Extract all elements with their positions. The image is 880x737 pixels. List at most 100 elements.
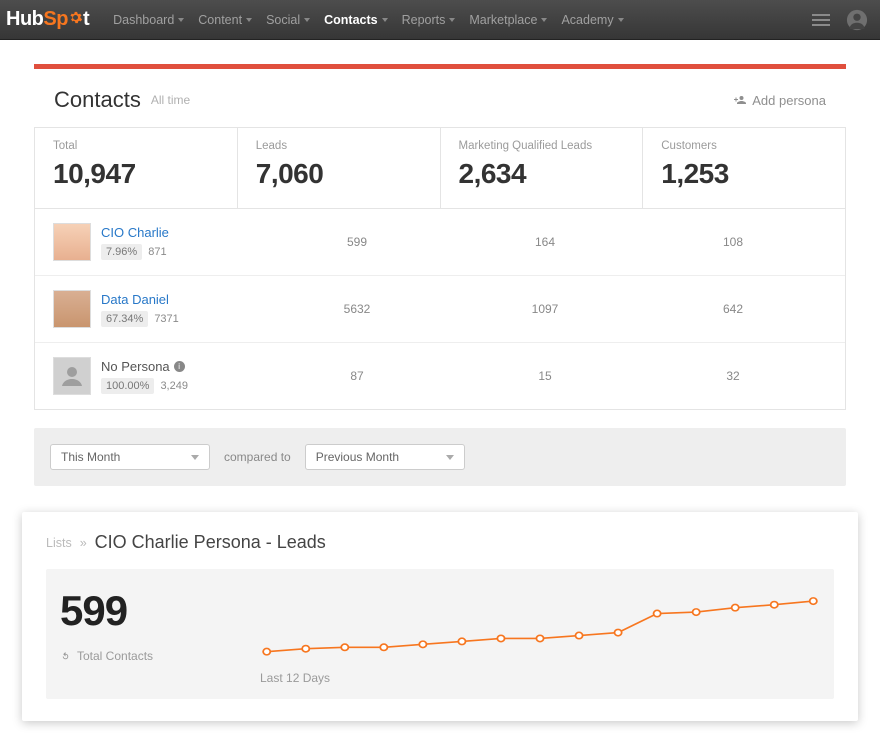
nav-item-marketplace[interactable]: Marketplace [463,13,553,27]
top-nav: HubSpt Dashboard Content Social Contacts Rep… [0,0,880,40]
chevron-down-icon [382,18,388,22]
breadcrumb-title: CIO Charlie Persona - Leads [95,532,326,553]
chart-point[interactable] [732,604,739,610]
persona-cell[interactable]: 164 [451,235,639,249]
metric-value: 1,253 [661,158,827,190]
nav-item-reports[interactable]: Reports [396,13,462,27]
table-row: Data Daniel67.34%737156321097642 [35,276,845,343]
logo-text-1: Hub [6,8,43,31]
add-persona-label: Add persona [752,93,826,108]
persona-name[interactable]: Data Daniel [101,292,179,307]
persona-cell[interactable]: 87 [263,369,451,383]
persona-pct: 100.00% [101,378,154,394]
persona-cell[interactable]: 599 [263,235,451,249]
detail-panel: Lists » CIO Charlie Persona - Leads 599 … [22,512,858,721]
chevron-down-icon [191,455,199,460]
chart-point[interactable] [654,610,661,616]
breadcrumb-sep: » [80,536,87,550]
metric-value: 10,947 [53,158,219,190]
chevron-down-icon [178,18,184,22]
avatar [53,357,91,395]
nav-item-label: Content [198,13,242,27]
nav-item-label: Academy [561,13,613,27]
line-chart [260,587,820,665]
profile-avatar-icon[interactable] [846,9,868,31]
chart-point[interactable] [810,598,817,604]
chevron-down-icon [449,18,455,22]
person-icon [60,364,84,388]
period-select[interactable]: This Month [50,444,210,470]
nav-item-content[interactable]: Content [192,13,258,27]
contacts-card: Contacts All time Add persona Total 10,94… [34,64,846,410]
add-persona-button[interactable]: Add persona [734,93,826,108]
chevron-down-icon [446,455,454,460]
baseline-select[interactable]: Previous Month [305,444,465,470]
logo-accent-1: Sp [43,8,68,31]
nav-items: Dashboard Content Social Contacts ReportsMar… [107,13,810,27]
metric-label: Leads [256,140,422,152]
metric-label: Customers [661,140,827,152]
metric-label: Marketing Qualified Leads [459,140,625,152]
nav-item-social[interactable]: Social [260,13,316,27]
sprocket-icon [68,8,83,31]
persona-sum: 3,249 [160,380,188,392]
add-person-icon [734,94,746,106]
chart-point[interactable] [419,641,426,647]
chart-total-value: 599 [60,587,260,635]
chart-point[interactable] [263,648,270,654]
persona-cell[interactable]: 1097 [451,302,639,316]
metric-value: 7,060 [256,158,422,190]
metric-1[interactable]: Leads 7,060 [238,128,441,208]
metric-2[interactable]: Marketing Qualified Leads 2,634 [441,128,644,208]
persona-sum: 7371 [154,313,178,325]
chart-point[interactable] [575,632,582,638]
chart-point[interactable] [380,644,387,650]
metric-label: Total [53,140,219,152]
persona-cell[interactable]: 15 [451,369,639,383]
persona-cell[interactable]: 108 [639,235,827,249]
nav-item-label: Dashboard [113,13,174,27]
nav-item-label: Social [266,13,300,27]
metric-3[interactable]: Customers 1,253 [643,128,845,208]
chevron-down-icon [541,18,547,22]
chevron-down-icon [304,18,310,22]
logo[interactable]: HubSpt [6,8,89,31]
chart-point[interactable] [458,638,465,644]
avatar [53,290,91,328]
compare-label: compared to [224,450,291,464]
chart-point[interactable] [614,629,621,635]
persona-cell[interactable]: 642 [639,302,827,316]
page-title: Contacts [54,87,141,113]
persona-table: CIO Charlie7.96%871599164108Data Daniel6… [34,209,846,410]
metric-0[interactable]: Total 10,947 [35,128,238,208]
chart-caption: Last 12 Days [260,671,820,685]
menu-icon[interactable] [810,9,832,31]
nav-item-academy[interactable]: Academy [555,13,629,27]
avatar [53,223,91,261]
nav-item-dashboard[interactable]: Dashboard [107,13,190,27]
metric-value: 2,634 [459,158,625,190]
persona-cell[interactable]: 32 [639,369,827,383]
chart-point[interactable] [302,646,309,652]
breadcrumb-root[interactable]: Lists [46,536,72,550]
table-row: CIO Charlie7.96%871599164108 [35,209,845,276]
chart-total-label: Total Contacts [77,649,153,663]
chart-point[interactable] [771,602,778,608]
chart-point[interactable] [341,644,348,650]
nav-item-label: Contacts [324,13,377,27]
persona-sum: 871 [148,246,166,258]
chart-point[interactable] [497,635,504,641]
persona-cell[interactable]: 5632 [263,302,451,316]
breadcrumb: Lists » CIO Charlie Persona - Leads [46,532,834,553]
period-select-value: This Month [61,450,120,464]
persona-name: No Persona i [101,359,188,374]
nav-item-contacts[interactable]: Contacts [318,13,393,27]
page-subtitle: All time [151,93,190,107]
persona-name[interactable]: CIO Charlie [101,225,169,240]
info-icon[interactable]: i [174,361,185,372]
chevron-down-icon [246,18,252,22]
baseline-select-value: Previous Month [316,450,399,464]
chart-point[interactable] [536,635,543,641]
chart-point[interactable] [693,609,700,615]
chevron-down-icon [618,18,624,22]
